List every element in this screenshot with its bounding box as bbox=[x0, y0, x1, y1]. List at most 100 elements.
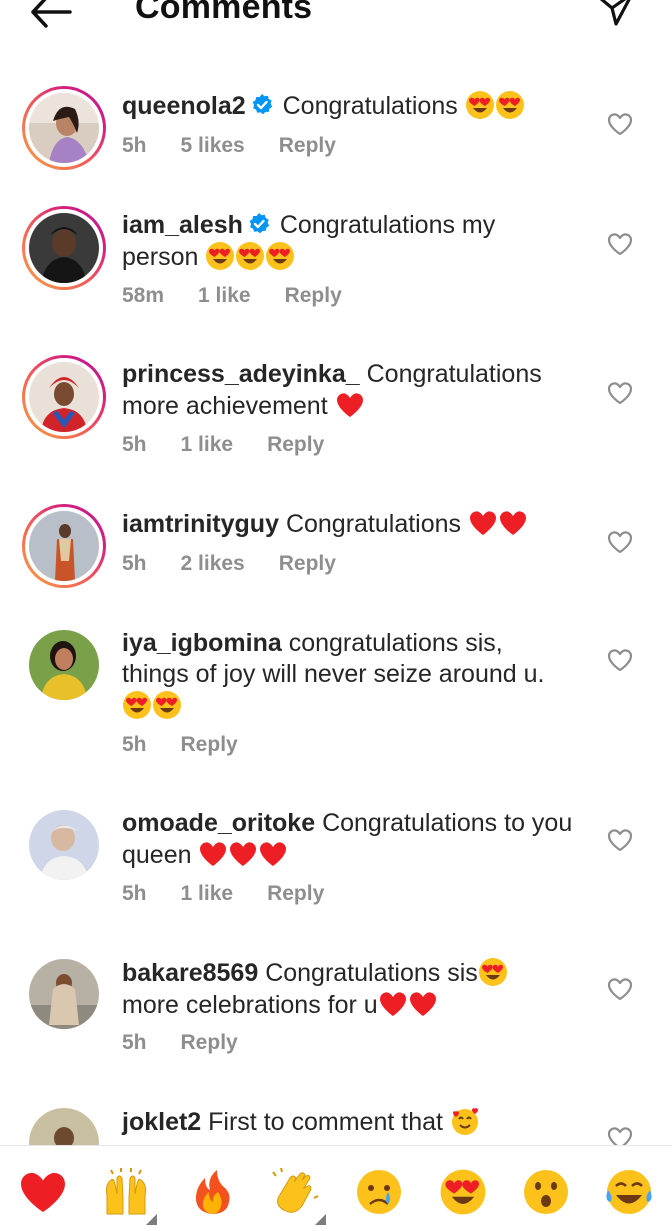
page-title: Comments bbox=[135, 0, 313, 26]
like-count[interactable]: 1 like bbox=[198, 284, 251, 307]
comment-text: joklet2 First to comment that bbox=[122, 1106, 592, 1138]
heart-eyes-emoji-icon bbox=[495, 90, 525, 120]
comment-body-line2: person bbox=[122, 243, 199, 271]
heart-eyes-emoji-icon bbox=[465, 90, 495, 120]
like-heart-icon[interactable] bbox=[607, 530, 633, 554]
header-bar: Comments bbox=[0, 0, 672, 40]
story-ring[interactable] bbox=[22, 355, 106, 439]
back-arrow-icon[interactable] bbox=[28, 0, 78, 34]
like-heart-icon[interactable] bbox=[607, 977, 633, 1001]
comment-meta: 58m 1 like Reply bbox=[122, 284, 376, 308]
tears-of-joy-icon[interactable] bbox=[604, 1168, 654, 1216]
comment-text: iya_igbomina congratulations sis, things… bbox=[122, 628, 592, 722]
username[interactable]: queenola2 bbox=[122, 92, 246, 120]
avatar[interactable] bbox=[29, 810, 99, 880]
red-heart-emoji-icon bbox=[335, 390, 365, 420]
avatar bbox=[29, 362, 99, 432]
comment-body: Congratulations sis bbox=[265, 959, 478, 987]
comment-body-line2: more achievement bbox=[122, 392, 328, 420]
username[interactable]: bakare8569 bbox=[122, 959, 258, 987]
verified-badge-icon bbox=[247, 212, 271, 236]
like-heart-icon[interactable] bbox=[607, 232, 633, 256]
reply-button[interactable]: Reply bbox=[181, 1031, 238, 1054]
like-count[interactable]: 5 likes bbox=[181, 134, 245, 157]
like-count[interactable]: 1 like bbox=[181, 433, 234, 456]
raising-hands-icon[interactable] bbox=[101, 1168, 157, 1225]
comment-body: Congratulations my bbox=[279, 211, 496, 239]
heart-eyes-emoji-icon bbox=[205, 241, 235, 271]
smiling-face-with-hearts-emoji-icon bbox=[450, 1106, 480, 1136]
verified-badge-icon bbox=[250, 93, 274, 117]
comment-time: 5h bbox=[122, 433, 147, 456]
avatar bbox=[29, 93, 99, 163]
username[interactable]: iya_igbomina bbox=[122, 629, 282, 657]
red-heart-emoji-icon bbox=[198, 839, 228, 869]
avatar[interactable] bbox=[29, 630, 99, 700]
comment-text: princess_adeyinka_ Congratulations more … bbox=[122, 359, 592, 422]
avatar[interactable] bbox=[29, 959, 99, 1029]
red-heart-emoji-icon bbox=[258, 839, 288, 869]
comment-meta: 5h Reply bbox=[122, 733, 272, 757]
heart-eyes-emoji-icon bbox=[235, 241, 265, 271]
reply-button[interactable]: Reply bbox=[285, 284, 342, 307]
crying-face-icon[interactable] bbox=[354, 1168, 404, 1216]
comment-text: iamtrinityguy Congratulations bbox=[122, 508, 592, 540]
comment-body: Congratulations bbox=[282, 92, 458, 120]
comment-time: 5h bbox=[122, 134, 147, 157]
comment-text: iam_alesh Congratulations my person bbox=[122, 210, 592, 273]
heart-eyes-icon[interactable] bbox=[438, 1168, 488, 1216]
comment-body-line2: more celebrations for u bbox=[122, 991, 378, 1019]
red-heart-emoji-icon bbox=[498, 508, 528, 538]
comment-time: 5h bbox=[122, 733, 147, 756]
comment-meta: 5h 5 likes Reply bbox=[122, 134, 370, 158]
comment-body: Congratulations to you bbox=[322, 809, 573, 837]
like-heart-icon[interactable] bbox=[607, 381, 633, 405]
reply-button[interactable]: Reply bbox=[267, 433, 324, 456]
reply-button[interactable]: Reply bbox=[181, 733, 238, 756]
comment-body: congratulations sis, bbox=[288, 629, 503, 657]
surprised-face-icon[interactable] bbox=[521, 1168, 571, 1216]
heart-eyes-emoji-icon bbox=[152, 690, 182, 720]
reply-button[interactable]: Reply bbox=[267, 882, 324, 905]
username[interactable]: iam_alesh bbox=[122, 211, 243, 239]
username[interactable]: omoade_oritoke bbox=[122, 809, 315, 837]
send-icon[interactable] bbox=[596, 0, 636, 34]
comment-time: 5h bbox=[122, 882, 147, 905]
heart-eyes-emoji-icon bbox=[122, 690, 152, 720]
comment-body: Congratulations bbox=[366, 360, 542, 388]
comment-meta: 5h 1 like Reply bbox=[122, 882, 358, 906]
avatar bbox=[29, 511, 99, 581]
reply-button[interactable]: Reply bbox=[279, 552, 336, 575]
reply-button[interactable]: Reply bbox=[279, 134, 336, 157]
comment-body: Congratulations bbox=[285, 510, 462, 538]
story-ring[interactable] bbox=[22, 504, 106, 588]
heart-eyes-emoji-icon bbox=[478, 957, 508, 987]
username[interactable]: princess_adeyinka_ bbox=[122, 360, 360, 388]
username[interactable]: iamtrinityguy bbox=[122, 510, 279, 538]
like-heart-icon[interactable] bbox=[607, 648, 633, 672]
like-heart-icon[interactable] bbox=[607, 828, 633, 852]
red-heart-emoji-icon bbox=[228, 839, 258, 869]
heart-eyes-emoji-icon bbox=[265, 241, 295, 271]
comment-time: 5h bbox=[122, 1031, 147, 1054]
story-ring[interactable] bbox=[22, 206, 106, 290]
red-heart-icon[interactable] bbox=[18, 1168, 68, 1216]
comment-body: First to comment that bbox=[208, 1108, 443, 1136]
story-ring[interactable] bbox=[22, 86, 106, 170]
like-count[interactable]: 2 likes bbox=[181, 552, 245, 575]
username[interactable]: joklet2 bbox=[122, 1108, 201, 1136]
red-heart-emoji-icon bbox=[408, 989, 438, 1019]
emoji-reaction-bar bbox=[0, 1145, 672, 1231]
comment-text: queenola2 Congratulations bbox=[122, 90, 592, 122]
like-count[interactable]: 1 like bbox=[181, 882, 234, 905]
comment-body-line2: queen bbox=[122, 841, 192, 869]
fire-icon[interactable] bbox=[187, 1168, 237, 1216]
comment-meta: 5h Reply bbox=[122, 1031, 272, 1055]
red-heart-emoji-icon bbox=[468, 508, 498, 538]
comment-body-line2: things of joy will never seize around u. bbox=[122, 660, 545, 688]
comment-text: omoade_oritoke Congratulations to you qu… bbox=[122, 808, 592, 871]
comment-meta: 5h 1 like Reply bbox=[122, 433, 358, 457]
like-heart-icon[interactable] bbox=[607, 112, 633, 136]
comment-text: bakare8569 Congratulations sis more cele… bbox=[122, 957, 592, 1021]
clapping-hands-icon[interactable] bbox=[270, 1167, 326, 1225]
